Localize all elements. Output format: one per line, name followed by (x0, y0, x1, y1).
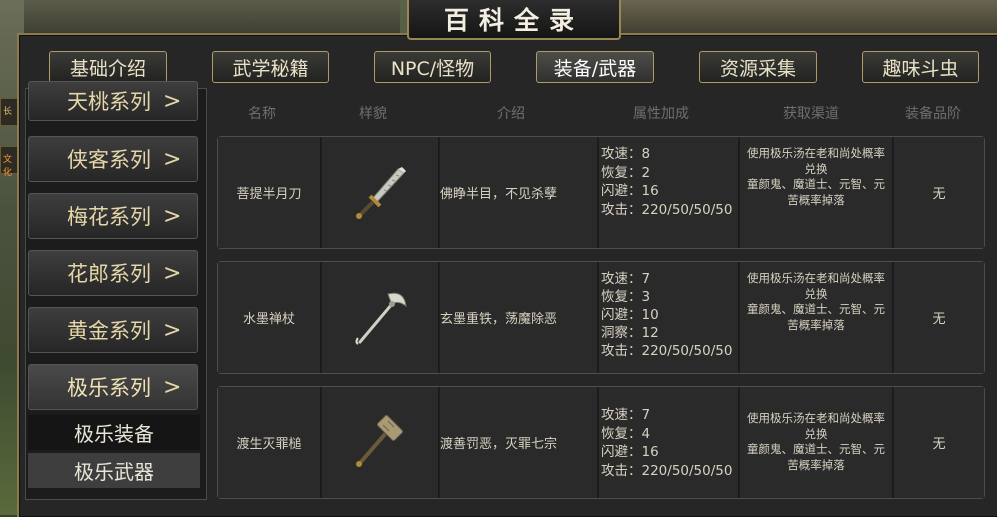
item-source: 使用极乐汤在老和尚处概率兑换 童颜鬼、魔道士、元智、元苦概率掉落 (740, 262, 893, 373)
header-grade: 装备品阶 (905, 106, 961, 122)
table-row[interactable]: 水墨禅杖 玄墨重铁，荡魔除恶 攻速：7 恢复：3 闪避：10 洞察：12 攻击：… (217, 261, 985, 374)
chevron-right-icon: > (163, 374, 182, 400)
item-attributes: 攻速：8 恢复：2 闪避：16 攻击：220/50/50/50 (599, 137, 739, 248)
sidebar-item-jile[interactable]: 极乐系列 > (28, 364, 198, 410)
tab-martial-arts[interactable]: 武学秘籍 (212, 51, 329, 83)
item-source: 使用极乐汤在老和尚处概率兑换 童颜鬼、魔道士、元智、元苦概率掉落 (740, 387, 893, 498)
sidebar-item-tiantao[interactable]: 天桃系列 > (28, 81, 198, 121)
attr-line: 攻速：7 (601, 407, 651, 423)
chevron-right-icon: > (163, 317, 182, 343)
item-description: 佛睁半目，不见杀孽 (440, 137, 598, 248)
tab-equipment-weapons[interactable]: 装备/武器 (536, 51, 654, 83)
attr-line: 攻击：220/50/50/50 (601, 201, 733, 218)
item-grade: 无 (894, 137, 984, 248)
sidebar-item-label: 梅花系列 (67, 205, 151, 229)
tab-basics[interactable]: 基础介绍 (49, 51, 167, 83)
sidebar-item-label: 花郎系列 (67, 262, 151, 286)
attr-line: 恢复：2 (601, 164, 651, 181)
attr-line: 恢复：4 (601, 425, 651, 442)
header-name: 名称 (248, 106, 276, 122)
item-description: 渡善罚恶，灭罪七宗 (440, 387, 598, 498)
chevron-right-icon: > (163, 260, 182, 286)
header-source: 获取渠道 (783, 106, 839, 122)
sidebar-item-label: 黄金系列 (67, 319, 151, 343)
header-attributes: 属性加成 (633, 106, 689, 122)
item-grade: 无 (894, 262, 984, 373)
source-line: 使用极乐汤在老和尚处概率兑换 (747, 411, 885, 441)
tab-resource-gathering[interactable]: 资源采集 (699, 51, 817, 83)
attr-line: 攻速：8 (601, 146, 651, 162)
sidebar-item-hualang[interactable]: 花郎系列 > (28, 250, 198, 296)
attr-line: 洞察：12 (601, 325, 659, 341)
tab-insect-fighting[interactable]: 趣味斗虫 (862, 51, 979, 83)
chevron-right-icon: > (163, 88, 182, 114)
header-appearance: 样貌 (359, 106, 387, 122)
item-appearance (322, 137, 439, 248)
attr-line: 攻击：220/50/50/50 (601, 462, 733, 479)
item-source: 使用极乐汤在老和尚处概率兑换 童颜鬼、魔道士、元智、元苦概率掉落 (740, 137, 893, 248)
sidebar-item-label: 极乐系列 (67, 376, 151, 400)
item-appearance (322, 387, 439, 498)
attr-line: 攻击：220/50/50/50 (601, 343, 733, 359)
source-line: 童颜鬼、魔道士、元智、元苦概率掉落 (747, 442, 885, 472)
source-line: 童颜鬼、魔道士、元智、元苦概率掉落 (747, 177, 885, 207)
sidebar-item-xiake[interactable]: 侠客系列 > (28, 136, 198, 182)
item-name: 菩提半月刀 (218, 137, 321, 248)
source-line: 使用极乐汤在老和尚处概率兑换 (747, 271, 885, 301)
sidebar-item-label: 天桃系列 (67, 90, 151, 114)
item-grade: 无 (894, 387, 984, 498)
chevron-right-icon: > (163, 203, 182, 229)
source-line: 童颜鬼、魔道士、元智、元苦概率掉落 (747, 302, 885, 332)
sidebar-item-huangjin[interactable]: 黄金系列 > (28, 307, 198, 353)
item-attributes: 攻速：7 恢复：4 闪避：16 攻击：220/50/50/50 (599, 387, 739, 498)
attr-line: 攻速：7 (601, 271, 651, 287)
sidebar-item-meihua[interactable]: 梅花系列 > (28, 193, 198, 239)
chevron-right-icon: > (163, 146, 182, 172)
sidebar-item-label: 侠客系列 (67, 148, 151, 172)
attr-line: 闪避：16 (601, 183, 659, 199)
war-hammer-icon (356, 414, 404, 467)
header-description: 介绍 (497, 106, 525, 122)
attr-line: 闪避：16 (601, 444, 659, 460)
attr-line: 闪避：10 (601, 307, 659, 323)
source-line: 使用极乐汤在老和尚处概率兑换 (747, 146, 885, 176)
attr-line: 恢复：3 (601, 289, 651, 305)
tab-npc-monsters[interactable]: NPC/怪物 (374, 51, 491, 83)
item-appearance (322, 262, 439, 373)
window-title-plate: 百科全录 (407, 0, 621, 40)
item-description: 玄墨重铁，荡魔除恶 (440, 262, 598, 373)
left-hud-label: 长 (3, 107, 13, 117)
sidebar-subitem-jile-weapons[interactable]: 极乐武器 (28, 453, 200, 488)
table-row[interactable]: 菩提半月刀 佛睁半目，不见杀孽 攻速：8 恢复：2 闪避：16 攻击：220/5… (217, 136, 985, 249)
sidebar-subitem-jile-equipment[interactable]: 极乐装备 (28, 415, 200, 450)
broadsword-icon (356, 166, 406, 219)
item-attributes: 攻速：7 恢复：3 闪避：10 洞察：12 攻击：220/50/50/50 (599, 262, 739, 373)
monk-staff-icon (355, 292, 407, 345)
table-row[interactable]: 渡生灭罪槌 渡善罚恶，灭罪七宗 攻速：7 恢复：4 闪避：16 攻击：220/5… (217, 386, 985, 499)
item-name: 渡生灭罪槌 (218, 387, 321, 498)
table-header: 名称 样貌 介绍 属性加成 获取渠道 装备品阶 (214, 97, 988, 127)
item-name: 水墨禅杖 (218, 262, 321, 373)
window-title: 百科全录 (443, 6, 584, 35)
